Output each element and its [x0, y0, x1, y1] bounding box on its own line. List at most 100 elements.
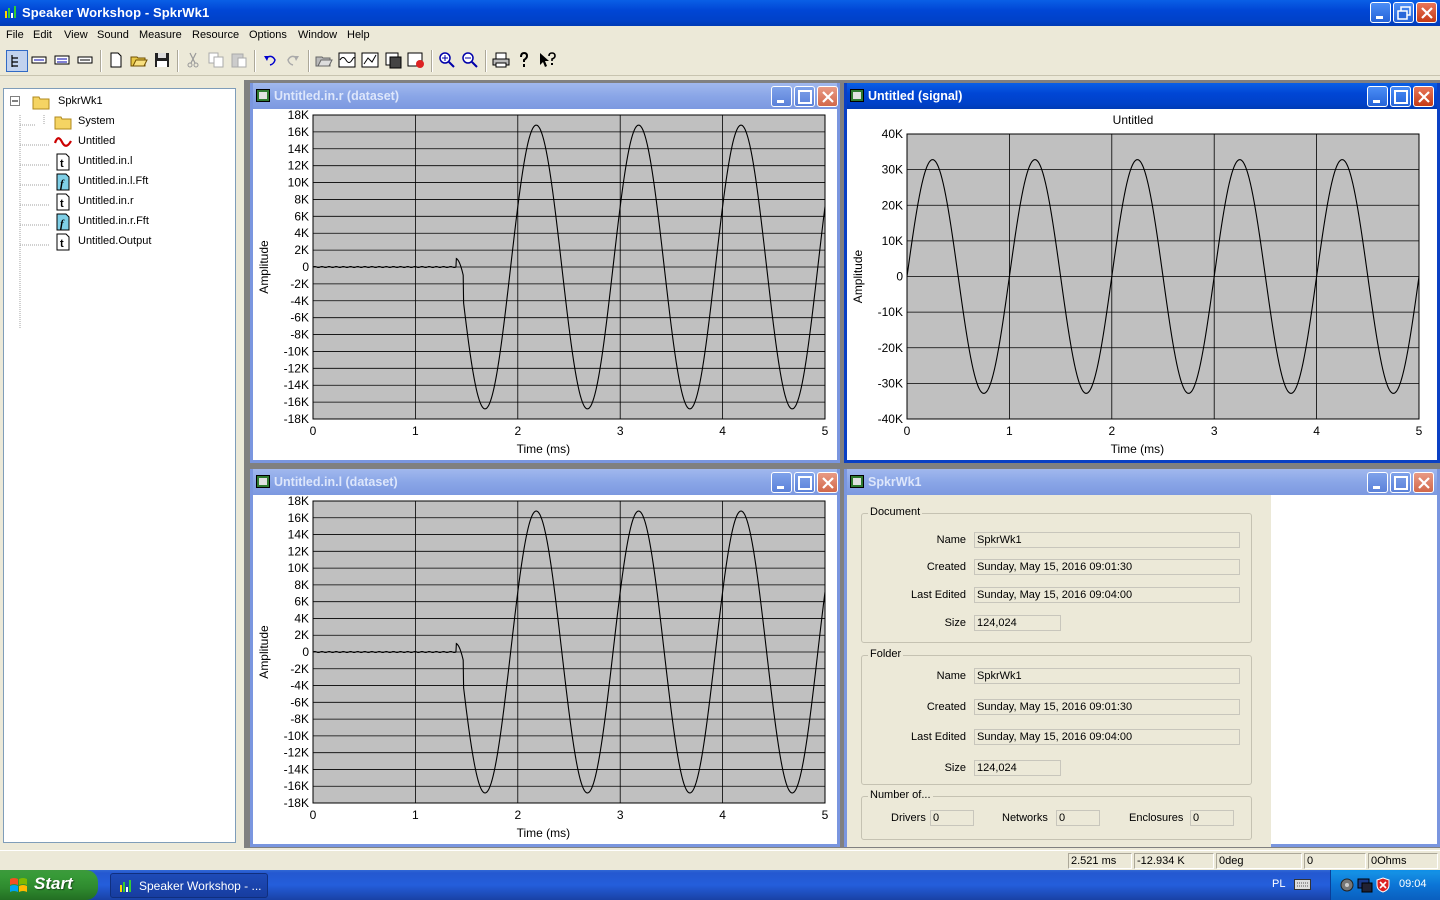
restore-button[interactable] [1393, 2, 1414, 23]
menu-edit[interactable]: Edit [33, 29, 52, 41]
minimize-button[interactable] [1367, 86, 1388, 107]
save-button[interactable] [152, 50, 174, 72]
y-tick-label: -18K [284, 412, 309, 426]
zoom-in-button[interactable] [437, 50, 459, 72]
help-button[interactable] [514, 50, 536, 72]
tree-item[interactable]: t Untitled.in.r [54, 193, 230, 211]
speaker-tray-icon[interactable] [1339, 877, 1355, 893]
amplitude-chart-in-l[interactable]: 0 1 2 3 4 5 18K 16K 14K 12K 10K 8K 6K 4K 2K 0 -2K -4K -6K -… [253, 495, 837, 847]
window-titlebar[interactable]: SpkrWk1 [847, 469, 1437, 495]
menu-file[interactable]: File [6, 29, 24, 41]
y-tick-label: 16K [288, 125, 309, 139]
window-titlebar[interactable]: Untitled (signal) [847, 83, 1437, 109]
close-button[interactable] [817, 472, 838, 493]
close-button[interactable] [1416, 2, 1437, 23]
signal-window[interactable]: Untitled (signal) 0 1 2 3 4 5 40K 30K 20K 10K 0 -10… [844, 83, 1440, 463]
tree-item[interactable]: Untitled [54, 133, 230, 151]
copy-button[interactable] [206, 50, 228, 72]
dataset-window-in-r[interactable]: Untitled.in.r (dataset) 0 1 2 3 4 5 18K 16K 14K 1… [250, 83, 840, 463]
amplitude-chart-in-r[interactable]: 0 1 2 3 4 5 18K 16K 14K 12K 10K 8K 6K 4K 2K 0 -2K -4K -6K -… [253, 109, 837, 463]
y-tick-label: 6K [294, 209, 309, 223]
waveform-button[interactable] [337, 50, 359, 72]
tree-item[interactable]: f Untitled.in.l.Fft [54, 173, 230, 191]
minimize-button[interactable] [1370, 2, 1391, 23]
amplitude-chart-signal[interactable]: 0 1 2 3 4 5 40K 30K 20K 10K 0 -10K -20K -30K -40K Time … [847, 109, 1437, 463]
redo-button[interactable] [283, 50, 305, 72]
document-tree[interactable]: SpkrWk1 System Untitled t Untitled.in.l f Unt… [3, 88, 236, 843]
network-tray-icon[interactable] [1357, 877, 1373, 893]
menu-resource[interactable]: Resource [192, 29, 239, 41]
undo-button[interactable] [260, 50, 282, 72]
tree-view-button[interactable] [6, 50, 28, 72]
menu-view[interactable]: View [64, 29, 88, 41]
fft-icon: f [56, 213, 70, 231]
menu-help[interactable]: Help [347, 29, 370, 41]
open-button[interactable] [129, 50, 151, 72]
y-tick-label: 0 [302, 260, 309, 274]
chart-area[interactable]: 0 1 2 3 4 5 40K 30K 20K 10K 0 -10K -20K -30K -40K Time … [847, 109, 1437, 460]
document-edited-label: Last Edited [910, 589, 966, 601]
y-tick-label: 40K [882, 127, 903, 141]
tool-3-button[interactable] [75, 50, 97, 72]
tool-2-button[interactable] [52, 50, 74, 72]
close-button[interactable] [1413, 472, 1434, 493]
toolbar-separator [431, 50, 433, 72]
system-tray: 09:04 [1330, 870, 1440, 900]
menu-options[interactable]: Options [249, 29, 287, 41]
dataset-window-in-l[interactable]: Untitled.in.l (dataset) 0 1 2 3 4 5 18K 16K 14K 1… [250, 469, 840, 847]
minimize-button[interactable] [1367, 472, 1388, 493]
document-size-label: Size [944, 617, 966, 629]
tree-item[interactable]: t Untitled.Output [54, 233, 230, 251]
maximize-icon [798, 90, 812, 104]
menu-window[interactable]: Window [298, 29, 337, 41]
context-help-button[interactable] [537, 50, 559, 72]
maximize-icon [1394, 476, 1408, 490]
taskbar-item-speaker-workshop[interactable]: Speaker Workshop - ... [110, 873, 268, 898]
tool-2-icon [54, 55, 70, 65]
security-shield-icon[interactable] [1375, 877, 1391, 893]
menu-sound[interactable]: Sound [97, 29, 129, 41]
print-button[interactable] [491, 50, 513, 72]
calc-button[interactable] [383, 50, 405, 72]
start-button[interactable]: Start [0, 870, 98, 900]
run-button[interactable] [406, 50, 428, 72]
document-info-window[interactable]: SpkrWk1 Document Name SpkrWk1 Created Su… [844, 469, 1440, 847]
maximize-button[interactable] [794, 472, 815, 493]
cut-button[interactable] [183, 50, 205, 72]
x-tick-label: 4 [719, 808, 726, 822]
keyboard-icon[interactable] [1294, 879, 1312, 891]
tree-item[interactable]: f Untitled.in.r.Fft [54, 213, 230, 231]
tree-item[interactable]: System [54, 113, 230, 131]
zoom-out-button[interactable] [460, 50, 482, 72]
app-titlebar[interactable]: Speaker Workshop - SpkrWk1 [0, 0, 1440, 26]
chart-area[interactable]: 0 1 2 3 4 5 18K 16K 14K 12K 10K 8K 6K 4K 2K 0 -2K -4K -6K -… [253, 109, 837, 460]
x-tick-label: 0 [310, 424, 317, 438]
chart-area[interactable]: 0 1 2 3 4 5 18K 16K 14K 12K 10K 8K 6K 4K 2K 0 -2K -4K -6K -… [253, 495, 837, 844]
x-tick-label: 4 [719, 424, 726, 438]
x-tick-label: 3 [617, 424, 624, 438]
window-titlebar[interactable]: Untitled.in.r (dataset) [253, 83, 838, 109]
menubar: File Edit View Sound Measure Resource Op… [0, 26, 1440, 46]
tool-1-button[interactable] [29, 50, 51, 72]
svg-text:t: t [60, 158, 64, 170]
status-extra: 0 [1304, 853, 1366, 869]
statusbar: 2.521 ms -12.934 K 0deg 0 0Ohms [0, 850, 1440, 870]
tree-item[interactable]: t Untitled.in.l [54, 153, 230, 171]
maximize-button[interactable] [1390, 86, 1411, 107]
close-button[interactable] [1413, 86, 1434, 107]
copy-icon [208, 52, 224, 68]
minimize-button[interactable] [771, 472, 792, 493]
y-tick-label: 12K [288, 544, 309, 558]
chart-button[interactable] [360, 50, 382, 72]
new-button[interactable] [106, 50, 128, 72]
maximize-button[interactable] [1390, 472, 1411, 493]
close-button[interactable] [817, 86, 838, 107]
minimize-button[interactable] [771, 86, 792, 107]
language-indicator[interactable]: PL [1272, 878, 1285, 890]
menu-measure[interactable]: Measure [139, 29, 182, 41]
window-titlebar[interactable]: Untitled.in.l (dataset) [253, 469, 838, 495]
paste-button[interactable] [229, 50, 251, 72]
clock[interactable]: 09:04 [1399, 878, 1427, 890]
maximize-button[interactable] [794, 86, 815, 107]
open-folder-button[interactable] [314, 50, 336, 72]
